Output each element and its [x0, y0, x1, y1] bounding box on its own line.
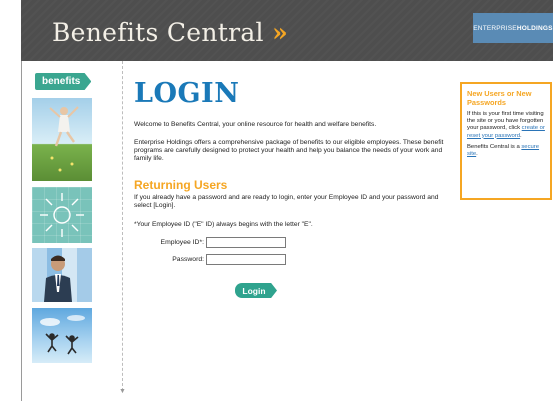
new-users-text-suffix: . [520, 132, 522, 139]
page-title: LOGIN [134, 78, 240, 109]
sidebar-divider [122, 61, 123, 391]
arrow-down-icon: ▼ [119, 388, 126, 395]
site-title-text: Benefits Central [52, 18, 264, 47]
site-title: Benefits Central » [52, 18, 288, 47]
enterprise-text: Enterprise Holdings offers a comprehensi… [134, 139, 444, 163]
new-users-box: New Users or New Passwords If this is yo… [460, 82, 552, 200]
returning-users-heading: Returning Users [134, 178, 228, 192]
jumping-woman-image [32, 98, 92, 181]
employee-id-row: Employee ID*: [134, 236, 286, 248]
logo-text-holdings: HOLDINGS [516, 24, 553, 32]
secure-site-prefix: Benefits Central is a [467, 143, 522, 150]
employee-id-note: *Your Employee ID ("E" ID) always begins… [134, 221, 313, 228]
logo-text-enterprise: ENTERPRISE [473, 24, 517, 32]
employee-id-label: Employee ID*: [160, 238, 204, 246]
password-input[interactable] [206, 253, 286, 265]
benefits-tab[interactable]: benefits [35, 73, 92, 90]
jumping-friends-image [32, 308, 92, 363]
new-users-text: If this is your first time visiting the … [467, 111, 546, 140]
chevron-right-icon: » [272, 18, 289, 47]
businessman-image [32, 248, 92, 302]
new-users-title: New Users or New Passwords [467, 89, 532, 107]
secure-site-suffix: . [476, 151, 478, 158]
login-button[interactable]: Login [235, 283, 277, 298]
sun-icon-tile [32, 187, 92, 243]
password-row: Password: [134, 253, 286, 265]
site-header: Benefits Central » ENTERPRISE HOLDINGS [21, 0, 553, 61]
login-instructions: If you already have a password and are r… [134, 194, 439, 210]
secure-site-text: Benefits Central is a secure site. [467, 144, 546, 158]
employee-id-input[interactable] [206, 236, 286, 248]
password-label: Password: [172, 255, 204, 263]
left-frame-line [21, 61, 22, 401]
enterprise-holdings-logo[interactable]: ENTERPRISE HOLDINGS [473, 13, 553, 43]
page: Benefits Central » ENTERPRISE HOLDINGS ▼ … [0, 0, 553, 401]
welcome-text: Welcome to Benefits Central, your online… [134, 121, 377, 128]
